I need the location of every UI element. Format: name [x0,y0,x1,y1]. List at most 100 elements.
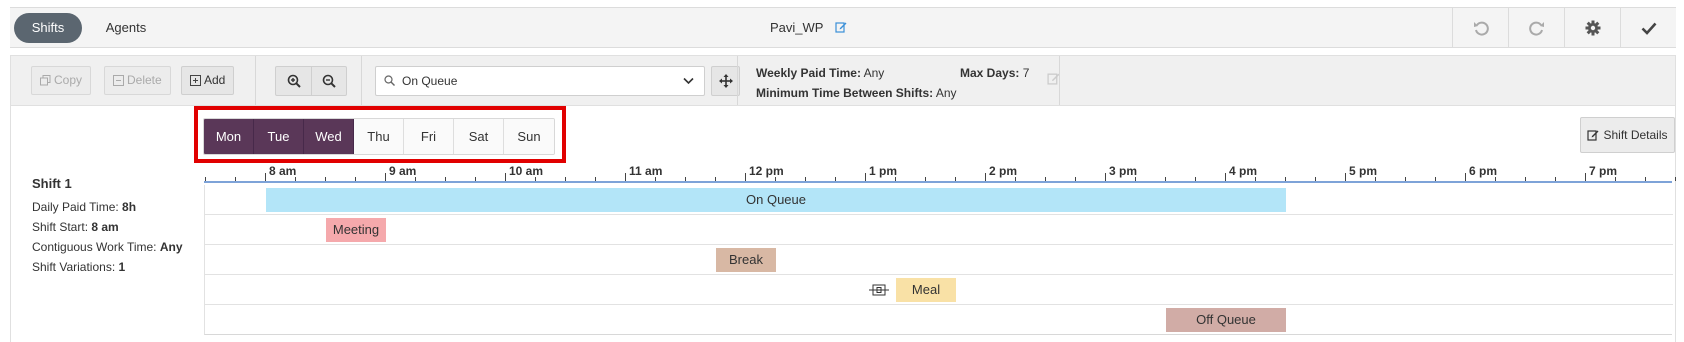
quarter-tick [1615,177,1616,181]
activity-meeting[interactable]: Meeting [326,218,386,242]
daily-paid-time-value: 8h [122,200,137,214]
quarter-tick [1435,177,1436,181]
quarter-tick [925,177,926,181]
work-plan-title: Pavi_WP [770,20,847,36]
toolbar-divider [1059,56,1060,105]
shift-summary: Shift 1 Daily Paid Time: 8h Shift Start:… [32,176,183,280]
hour-label: 1 pm [869,164,898,178]
activity-meal[interactable]: Meal [896,278,956,302]
variations-value: 1 [118,260,126,274]
hour-label: 6 pm [1469,164,1498,178]
undo-icon [1473,21,1489,36]
edit-icon[interactable] [835,21,847,36]
hour-label: 12 pm [749,164,784,178]
hour-tick [745,173,746,181]
hour-tick [385,173,386,181]
quarter-tick [595,177,596,181]
hour-tick [1465,173,1466,181]
quarter-tick [1045,177,1046,181]
daily-paid-time-label: Daily Paid Time: [32,200,119,214]
top-actions [1452,8,1676,47]
quarter-tick [325,177,326,181]
quarter-tick [1555,177,1556,181]
hour-label: 9 am [389,164,417,178]
copy-icon [40,75,51,86]
quarter-tick [295,177,296,181]
move-button[interactable] [711,66,740,96]
quarter-tick [1195,177,1196,181]
hour-label: 8 am [269,164,297,178]
move-icon [718,74,733,88]
settings-button[interactable] [1564,8,1620,47]
add-button[interactable]: Add [181,66,235,95]
delete-button[interactable]: Delete [104,66,171,95]
activity-select[interactable]: On Queue [375,66,705,96]
contiguous-work-time: Contiguous Work Time: Any [32,240,183,255]
activity-on-queue[interactable]: On Queue [266,188,1286,212]
quarter-tick [1525,177,1526,181]
lane-on-queue: On Queue [205,185,1673,215]
quarter-tick [685,177,686,181]
tab-agents[interactable]: Agents [90,13,162,43]
time-ruler: 8 am 9 am 10 am 11 am 12 pm 1 pm 2 pm 3 pm 4 pm 5… [204,162,1676,183]
resize-handle-icon[interactable] [869,284,889,296]
tab-shifts[interactable]: Shifts [14,13,82,43]
max-days-label: Max Days: [960,66,1020,80]
quarter-tick [565,177,566,181]
daily-paid-time: Daily Paid Time: 8h [32,200,183,215]
edit-icon [1587,130,1599,141]
zoom-out-button[interactable] [311,67,346,95]
check-icon [1641,22,1656,35]
quarter-tick [235,177,236,181]
top-bar: Shifts Agents Pavi_WP [10,7,1676,48]
toolbar-divider [255,56,256,105]
hour-tick [1345,173,1346,181]
shift-start: Shift Start: 8 am [32,220,183,235]
weekly-paid-time-value: Any [863,66,885,80]
zoom-controls [275,66,347,96]
quarter-tick [415,177,416,181]
lane-meeting: Meeting [205,215,1673,245]
shift-timeline: 8 am 9 am 10 am 11 am 12 pm 1 pm 2 pm 3 pm 4 pm 5… [204,162,1676,335]
redo-button[interactable] [1508,8,1564,47]
variations-label: Shift Variations: [32,260,116,274]
activity-off-queue[interactable]: Off Queue [1166,308,1286,332]
hour-label: 4 pm [1229,164,1258,178]
contiguous-label: Contiguous Work Time: [32,240,157,254]
quarter-tick [445,177,446,181]
zoom-in-icon [287,74,301,88]
hour-tick [985,173,986,181]
quarter-tick [1075,177,1076,181]
copy-button[interactable]: Copy [31,66,92,95]
zoom-in-button[interactable] [276,67,311,95]
hour-label: 11 am [629,164,663,178]
quarter-tick [895,177,896,181]
toolbar: Copy Delete Add On Queue Weekly Paid Tim… [10,55,1676,106]
lane-off-queue: Off Queue [205,305,1673,335]
redo-icon [1528,21,1544,36]
hour-label: 10 am [509,164,544,178]
hour-tick [625,173,626,181]
hour-tick [1105,173,1106,181]
quarter-tick [355,177,356,181]
max-days-value: 7 [1022,66,1030,80]
hour-label: 2 pm [989,164,1018,178]
quarter-tick [1255,177,1256,181]
hour-label: 5 pm [1349,164,1378,178]
hour-tick [505,173,506,181]
quarter-tick [715,177,716,181]
quarter-tick [775,177,776,181]
lane-break: Break [205,245,1673,275]
min-time-between-shifts: Minimum Time Between Shifts: Any [756,84,957,102]
quarter-tick [835,177,836,181]
shift-details-button[interactable]: Shift Details [1580,117,1675,153]
hour-label: 7 pm [1589,164,1618,178]
quarter-tick [955,177,956,181]
quarter-tick [1405,177,1406,181]
hour-tick [1225,173,1226,181]
activity-break[interactable]: Break [716,248,776,272]
undo-button[interactable] [1452,8,1508,47]
day-selector-highlight [194,106,566,163]
weekly-paid-time-label: Weekly Paid Time: [756,66,861,80]
save-button[interactable] [1620,8,1676,47]
